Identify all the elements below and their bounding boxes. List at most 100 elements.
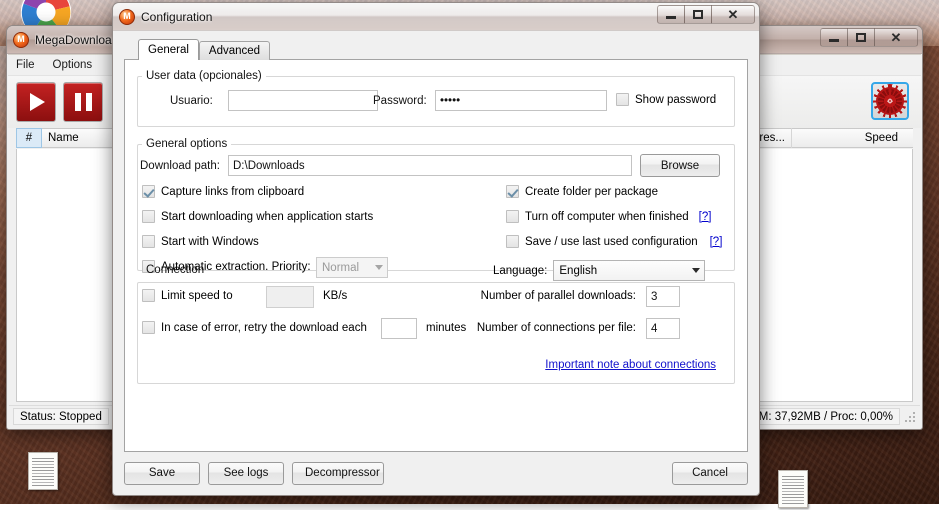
- minimize-icon: [829, 39, 839, 42]
- parallel-downloads-input[interactable]: [646, 286, 680, 307]
- resource-usage-text: RAM: 37,92MB / Proc: 0,00%: [736, 408, 900, 425]
- general-options-legend: General options: [142, 138, 231, 150]
- chevron-down-icon: [370, 258, 387, 277]
- language-label: Language:: [493, 265, 547, 277]
- start-with-windows-checkbox[interactable]: Start with Windows: [142, 235, 259, 248]
- column-header-speed[interactable]: Speed: [792, 128, 904, 148]
- user-data-group: User data (opcionales) Usuario: Password…: [137, 70, 735, 127]
- retry-minutes-input[interactable]: [381, 318, 417, 339]
- important-note-link[interactable]: Important note about connections: [545, 359, 716, 371]
- chevron-down-icon: [687, 261, 704, 280]
- maximize-button[interactable]: [847, 28, 875, 47]
- tab-general[interactable]: General: [138, 39, 199, 60]
- see-logs-button[interactable]: See logs: [208, 462, 284, 485]
- checkbox-box: [142, 210, 155, 223]
- megadownloader-icon: [13, 32, 29, 48]
- limit-speed-input[interactable]: [266, 286, 314, 308]
- checkbox-box: [142, 289, 155, 302]
- minimize-button[interactable]: [657, 5, 685, 24]
- download-path-input[interactable]: [228, 155, 632, 176]
- minimize-icon: [666, 16, 676, 19]
- minimize-button[interactable]: [820, 28, 848, 47]
- close-icon: ✕: [728, 8, 739, 21]
- usuario-label: Usuario:: [170, 95, 228, 107]
- show-password-checkbox[interactable]: Show password: [616, 93, 716, 106]
- menu-item-options[interactable]: Options: [53, 59, 93, 71]
- create-folder-label: Create folder per package: [525, 186, 658, 198]
- resize-grip[interactable]: [904, 411, 916, 423]
- settings-button[interactable]: [871, 82, 909, 120]
- limit-speed-label: Limit speed to: [161, 290, 233, 302]
- create-folder-checkbox[interactable]: Create folder per package: [506, 185, 658, 198]
- save-configuration-checkbox[interactable]: Save / use last used configuration [?]: [506, 235, 722, 248]
- decompressor-button[interactable]: Decompressor: [292, 462, 384, 485]
- connections-per-file-input[interactable]: [646, 318, 680, 339]
- megadownloader-icon: [119, 9, 135, 25]
- retry-download-checkbox[interactable]: In case of error, retry the download eac…: [142, 321, 367, 334]
- configuration-button-bar: Save See logs Decompressor Cancel: [124, 460, 748, 486]
- tab-page-general: User data (opcionales) Usuario: Password…: [124, 59, 748, 452]
- maximize-icon: [856, 33, 866, 42]
- start-with-windows-label: Start with Windows: [161, 236, 259, 248]
- turn-off-computer-label: Turn off computer when finished: [525, 211, 689, 223]
- turn-off-help-link[interactable]: [?]: [699, 211, 712, 223]
- language-value: English: [559, 265, 597, 277]
- connections-per-file-label: Number of connections per file:: [477, 322, 636, 334]
- save-button[interactable]: Save: [124, 462, 200, 485]
- priority-value: Normal: [322, 262, 359, 274]
- configuration-tabstrip[interactable]: General Advanced: [124, 39, 748, 60]
- retry-download-label: In case of error, retry the download eac…: [161, 322, 367, 334]
- user-data-legend: User data (opcionales): [142, 70, 266, 82]
- capture-links-label: Capture links from clipboard: [161, 186, 304, 198]
- priority-select[interactable]: Normal: [316, 257, 388, 278]
- document-thumbnail: [778, 470, 808, 508]
- desktop-document-icon-right[interactable]: [778, 470, 812, 510]
- column-header-index[interactable]: #: [16, 128, 42, 148]
- pause-downloads-button[interactable]: [63, 82, 103, 122]
- show-password-label: Show password: [635, 94, 716, 106]
- capture-links-checkbox[interactable]: Capture links from clipboard: [142, 185, 304, 198]
- start-downloading-checkbox[interactable]: Start downloading when application start…: [142, 210, 373, 223]
- parallel-downloads-label: Number of parallel downloads:: [481, 290, 636, 302]
- checkbox-box: [506, 185, 519, 198]
- configuration-title: Configuration: [141, 10, 212, 24]
- configuration-titlebar[interactable]: Configuration ✕: [113, 3, 759, 31]
- close-button[interactable]: ✕: [874, 28, 918, 47]
- configuration-dialog[interactable]: Configuration ✕ General Advanced User da…: [112, 2, 760, 496]
- close-button[interactable]: ✕: [711, 5, 755, 24]
- menu-item-file[interactable]: File: [16, 59, 35, 71]
- kbs-label: KB/s: [323, 290, 347, 302]
- maximize-icon: [693, 10, 703, 19]
- desktop-document-icon-left[interactable]: [28, 452, 62, 492]
- checkbox-box: [506, 210, 519, 223]
- general-options-group: General options Download path: Browse Ca…: [137, 138, 735, 271]
- status-text: Status: Stopped: [13, 408, 109, 425]
- checkbox-box: [142, 185, 155, 198]
- cancel-button[interactable]: Cancel: [672, 462, 748, 485]
- connection-group: Connection Limit speed to KB/s In case o…: [137, 282, 735, 384]
- pause-icon: [75, 93, 92, 111]
- start-downloading-label: Start downloading when application start…: [161, 211, 373, 223]
- save-configuration-label: Save / use last used configuration: [525, 236, 698, 248]
- checkbox-box: [142, 235, 155, 248]
- checkbox-box: [616, 93, 629, 106]
- configuration-caption-buttons[interactable]: ✕: [657, 5, 755, 24]
- limit-speed-checkbox[interactable]: Limit speed to: [142, 289, 233, 302]
- play-icon: [30, 93, 45, 111]
- browse-button[interactable]: Browse: [640, 154, 720, 177]
- usuario-input[interactable]: [228, 90, 378, 111]
- save-configuration-help-link[interactable]: [?]: [710, 236, 723, 248]
- start-downloads-button[interactable]: [16, 82, 56, 122]
- maximize-button[interactable]: [684, 5, 712, 24]
- tab-advanced[interactable]: Advanced: [199, 41, 270, 60]
- checkbox-box: [142, 321, 155, 334]
- turn-off-computer-checkbox[interactable]: Turn off computer when finished [?]: [506, 210, 711, 223]
- password-input[interactable]: [435, 90, 607, 111]
- megadownloader-caption-buttons[interactable]: ✕: [820, 28, 918, 47]
- minutes-label: minutes: [426, 322, 466, 334]
- password-label: Password:: [373, 95, 435, 107]
- configuration-body: General Advanced User data (opcionales) …: [114, 31, 758, 494]
- connection-legend: Connection: [142, 264, 208, 276]
- gear-icon: [876, 87, 904, 115]
- language-select[interactable]: English: [553, 260, 705, 281]
